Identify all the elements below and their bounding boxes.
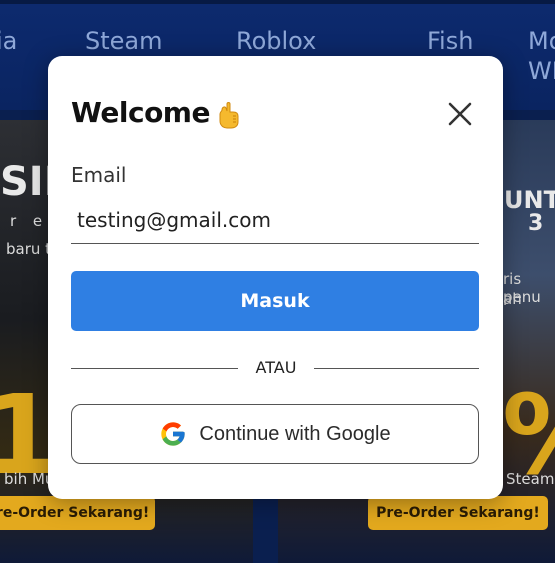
email-label: Email <box>71 163 127 187</box>
login-submit-button[interactable]: Masuk <box>71 271 479 331</box>
modal-title: Welcome <box>71 96 210 129</box>
google-icon <box>161 422 186 446</box>
email-field[interactable] <box>71 196 479 244</box>
google-signin-button[interactable]: Continue with Google <box>71 404 479 464</box>
google-signin-label: Continue with Google <box>199 422 391 445</box>
close-icon[interactable] <box>446 100 474 128</box>
login-modal: Welcome Email Masuk ATAU Continue with G… <box>48 56 503 499</box>
divider-text: ATAU <box>238 358 314 377</box>
call-me-hand-icon <box>219 102 239 129</box>
